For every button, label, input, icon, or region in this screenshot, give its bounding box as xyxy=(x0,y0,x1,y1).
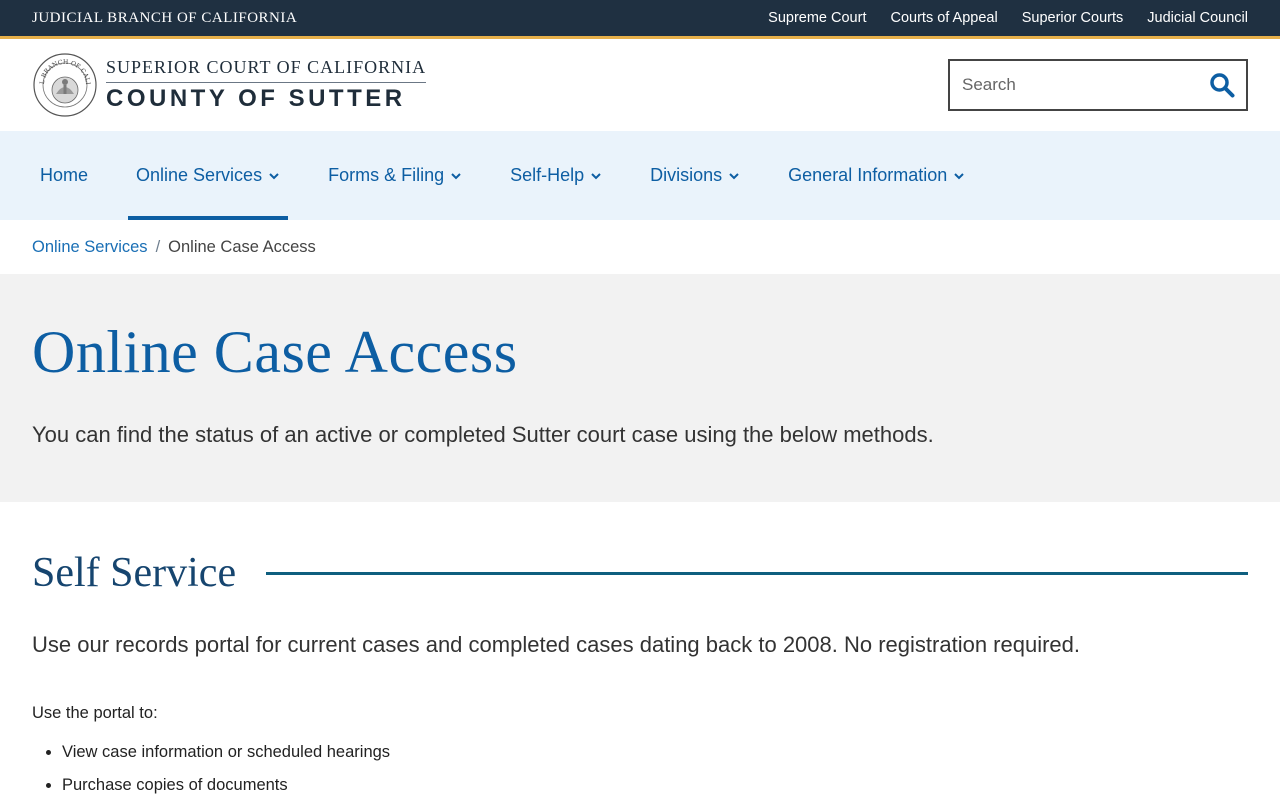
page-title: Online Case Access xyxy=(32,319,518,385)
nav-online-services[interactable]: Online Services xyxy=(128,131,289,220)
main-content: Self Service Use our records portal for … xyxy=(0,502,1280,795)
portal-intro: Use the portal to: xyxy=(32,704,158,722)
court-name-line2: COUNTY OF SUTTER xyxy=(106,85,406,112)
search-input[interactable] xyxy=(962,75,1182,95)
nav-self-help-label: Self-Help xyxy=(510,165,585,185)
chevron-down-icon xyxy=(451,172,461,179)
nav-home-label: Home xyxy=(40,165,89,185)
court-logo-link[interactable]: JUDICIAL BRANCH OF CALIFORNIA SUPERIOR C… xyxy=(32,52,427,118)
section-lead: Use our records portal for current cases… xyxy=(32,632,1080,657)
chevron-down-icon xyxy=(954,172,964,179)
page-subtitle: You can find the status of an active or … xyxy=(32,422,934,447)
nav-self-help[interactable]: Self-Help xyxy=(502,131,610,220)
breadcrumb-separator: / xyxy=(155,237,161,256)
nav-home[interactable]: Home xyxy=(32,131,96,220)
nav-forms-filing[interactable]: Forms & Filing xyxy=(320,131,470,220)
search-button[interactable] xyxy=(1208,71,1236,99)
nav-forms-filing-label: Forms & Filing xyxy=(328,165,445,185)
utility-links: Supreme Court Courts of Appeal Superior … xyxy=(768,10,1248,26)
nav-divisions-label: Divisions xyxy=(650,165,723,185)
search-icon xyxy=(1210,73,1235,98)
court-name-line1: SUPERIOR COURT OF CALIFORNIA xyxy=(106,57,427,83)
nav-online-services-label: Online Services xyxy=(136,165,263,185)
nav-general-information-label: General Information xyxy=(788,165,948,185)
section-header: Self Service xyxy=(32,552,1248,594)
judicial-branch-label: JUDICIAL BRANCH OF CALIFORNIA xyxy=(32,9,298,26)
main-nav: Home Online Services Forms & Filing Self… xyxy=(0,131,1280,220)
hero-banner: Online Case Access You can find the stat… xyxy=(0,274,1280,502)
site-header: JUDICIAL BRANCH OF CALIFORNIA SUPERIOR C… xyxy=(0,39,1280,131)
list-item: Purchase copies of documents xyxy=(62,776,1248,795)
portal-uses-list: View case information or scheduled heari… xyxy=(32,743,1248,795)
court-name: SUPERIOR COURT OF CALIFORNIA COUNTY OF S… xyxy=(106,57,427,113)
list-item: View case information or scheduled heari… xyxy=(62,743,1248,762)
section-title: Self Service xyxy=(32,550,237,596)
chevron-down-icon xyxy=(591,172,601,179)
breadcrumb-online-services[interactable]: Online Services xyxy=(32,238,148,257)
nav-general-information[interactable]: General Information xyxy=(780,131,973,220)
chevron-down-icon xyxy=(269,172,279,179)
utility-bar: JUDICIAL BRANCH OF CALIFORNIA Supreme Co… xyxy=(0,0,1280,36)
section-divider xyxy=(266,571,1248,575)
link-courts-of-appeal[interactable]: Courts of Appeal xyxy=(890,10,997,26)
search-box xyxy=(948,59,1248,111)
breadcrumb-current: Online Case Access xyxy=(168,237,316,256)
link-supreme-court[interactable]: Supreme Court xyxy=(768,10,866,26)
link-judicial-council[interactable]: Judicial Council xyxy=(1147,10,1248,26)
chevron-down-icon xyxy=(729,172,739,179)
breadcrumb: Online Services / Online Case Access xyxy=(0,220,1280,274)
link-superior-courts[interactable]: Superior Courts xyxy=(1022,10,1124,26)
nav-divisions[interactable]: Divisions xyxy=(642,131,748,220)
court-seal-icon: JUDICIAL BRANCH OF CALIFORNIA xyxy=(32,52,97,117)
